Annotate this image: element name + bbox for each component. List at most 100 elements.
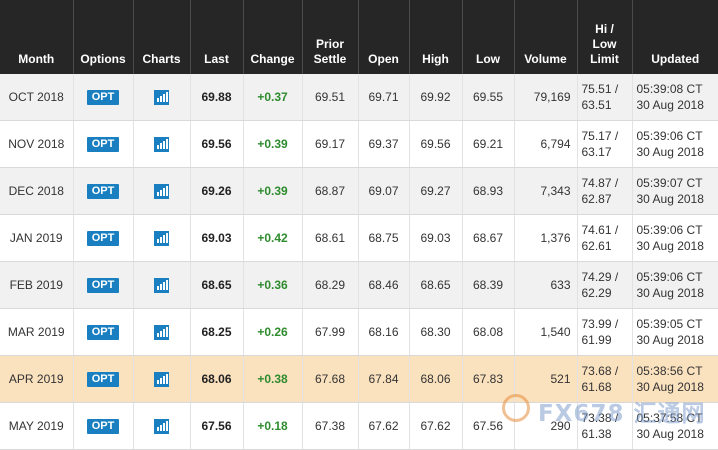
header-high[interactable]: High	[409, 0, 463, 74]
cell-low: 67.83	[462, 355, 515, 403]
bar-chart-icon[interactable]	[154, 89, 169, 105]
cell-volume: 79,169	[514, 74, 578, 121]
cell-volume: 1,540	[514, 308, 578, 356]
cell-hi-low-limit: 73.68 / 61.68	[577, 355, 633, 403]
cell-prior-settle: 68.87	[302, 167, 359, 215]
opt-button[interactable]: OPT	[86, 419, 120, 434]
limit-lo: 61.99	[581, 333, 612, 347]
opt-button[interactable]: OPT	[86, 372, 120, 387]
header-change[interactable]: Change	[243, 0, 303, 74]
cell-updated: 05:38:56 CT 30 Aug 2018	[632, 355, 718, 403]
header-hi-low-limit: Hi / Low Limit	[577, 0, 633, 74]
cell-last: 69.26	[190, 167, 244, 215]
opt-button[interactable]: OPT	[86, 184, 120, 199]
bar-chart-icon[interactable]	[154, 418, 169, 434]
limit-hi: 74.61 /	[581, 223, 619, 237]
cell-last: 68.65	[190, 261, 244, 309]
updated-date: 30 Aug 2018	[636, 286, 704, 300]
cell-updated: 05:37:58 CT 30 Aug 2018	[632, 402, 718, 450]
cell-updated: 05:39:07 CT 30 Aug 2018	[632, 167, 718, 215]
cell-volume: 633	[514, 261, 578, 309]
cell-options: OPT	[73, 214, 134, 262]
updated-time: 05:38:56 CT	[636, 364, 703, 378]
limit-lo: 61.68	[581, 380, 612, 394]
header-hilo-line3: Limit	[590, 52, 619, 66]
header-prior-settle[interactable]: Prior Settle	[302, 0, 359, 74]
cell-low: 68.93	[462, 167, 515, 215]
cell-options: OPT	[73, 167, 134, 215]
bar-chart-icon[interactable]	[154, 371, 169, 387]
opt-button[interactable]: OPT	[86, 90, 120, 105]
header-open[interactable]: Open	[358, 0, 410, 74]
cell-volume: 290	[514, 402, 578, 450]
limit-lo: 62.29	[581, 286, 612, 300]
header-prior-line2: Settle	[313, 52, 347, 66]
cell-charts	[133, 402, 191, 450]
bar-chart-icon[interactable]	[154, 136, 169, 152]
cell-hi-low-limit: 74.61 / 62.61	[577, 214, 633, 262]
cell-high: 67.62	[409, 402, 463, 450]
bar-chart-icon[interactable]	[154, 324, 169, 340]
limit-lo: 63.17	[581, 145, 612, 159]
cell-open: 67.62	[358, 402, 410, 450]
cell-open: 69.71	[358, 74, 410, 121]
limit-hi: 73.99 /	[581, 317, 619, 331]
updated-date: 30 Aug 2018	[636, 98, 704, 112]
limit-lo: 61.38	[581, 427, 612, 441]
cell-options: OPT	[73, 120, 134, 168]
cell-change: +0.42	[243, 214, 303, 262]
cell-options: OPT	[73, 402, 134, 450]
table-header-row: Month Options Charts Last Change Prior Se…	[0, 0, 718, 74]
limit-hi: 74.29 /	[581, 270, 619, 284]
cell-hi-low-limit: 73.38 / 61.38	[577, 402, 633, 450]
cell-options: OPT	[73, 261, 134, 309]
header-volume[interactable]: Volume	[514, 0, 578, 74]
header-month[interactable]: Month	[0, 0, 74, 74]
updated-time: 05:39:06 CT	[636, 223, 703, 237]
cell-low: 68.08	[462, 308, 515, 356]
table-row: MAR 2019 OPT 68.25 +0.26 67.99 68.16 68.30 68.0…	[0, 308, 718, 356]
cell-prior-settle: 69.17	[302, 120, 359, 168]
cell-last: 68.25	[190, 308, 244, 356]
cell-hi-low-limit: 74.29 / 62.29	[577, 261, 633, 309]
opt-button[interactable]: OPT	[86, 278, 120, 293]
cell-volume: 7,343	[514, 167, 578, 215]
cell-month: MAR 2019	[0, 308, 74, 356]
futures-quote-table: Month Options Charts Last Change Prior Se…	[0, 0, 718, 450]
cell-charts	[133, 167, 191, 215]
limit-lo: 63.51	[581, 98, 612, 112]
cell-prior-settle: 68.61	[302, 214, 359, 262]
cell-open: 67.84	[358, 355, 410, 403]
updated-date: 30 Aug 2018	[636, 427, 704, 441]
table-row: NOV 2018 OPT 69.56 +0.39 69.17 69.37 69.56 69.2…	[0, 120, 718, 168]
limit-lo: 62.87	[581, 192, 612, 206]
cell-volume: 521	[514, 355, 578, 403]
cell-last: 69.56	[190, 120, 244, 168]
cell-open: 69.37	[358, 120, 410, 168]
bar-chart-icon[interactable]	[154, 230, 169, 246]
header-low[interactable]: Low	[462, 0, 515, 74]
header-last[interactable]: Last	[190, 0, 244, 74]
cell-options: OPT	[73, 308, 134, 356]
cell-month: JAN 2019	[0, 214, 74, 262]
updated-date: 30 Aug 2018	[636, 239, 704, 253]
opt-button[interactable]: OPT	[86, 231, 120, 246]
bar-chart-icon[interactable]	[154, 183, 169, 199]
header-hilo-line1: Hi /	[595, 22, 614, 36]
updated-date: 30 Aug 2018	[636, 145, 704, 159]
cell-last: 69.03	[190, 214, 244, 262]
opt-button[interactable]: OPT	[86, 137, 120, 152]
cell-open: 68.16	[358, 308, 410, 356]
header-hilo-line2: Low	[592, 37, 617, 51]
cell-prior-settle: 67.38	[302, 402, 359, 450]
cell-charts	[133, 74, 191, 121]
opt-button[interactable]: OPT	[86, 325, 120, 340]
cell-low: 68.39	[462, 261, 515, 309]
cell-charts	[133, 120, 191, 168]
cell-charts	[133, 308, 191, 356]
cell-high: 68.06	[409, 355, 463, 403]
bar-chart-icon[interactable]	[154, 277, 169, 293]
header-updated[interactable]: Updated	[632, 0, 718, 74]
table-row: JAN 2019 OPT 69.03 +0.42 68.61 68.75 69.03 68.6…	[0, 214, 718, 262]
cell-hi-low-limit: 73.99 / 61.99	[577, 308, 633, 356]
